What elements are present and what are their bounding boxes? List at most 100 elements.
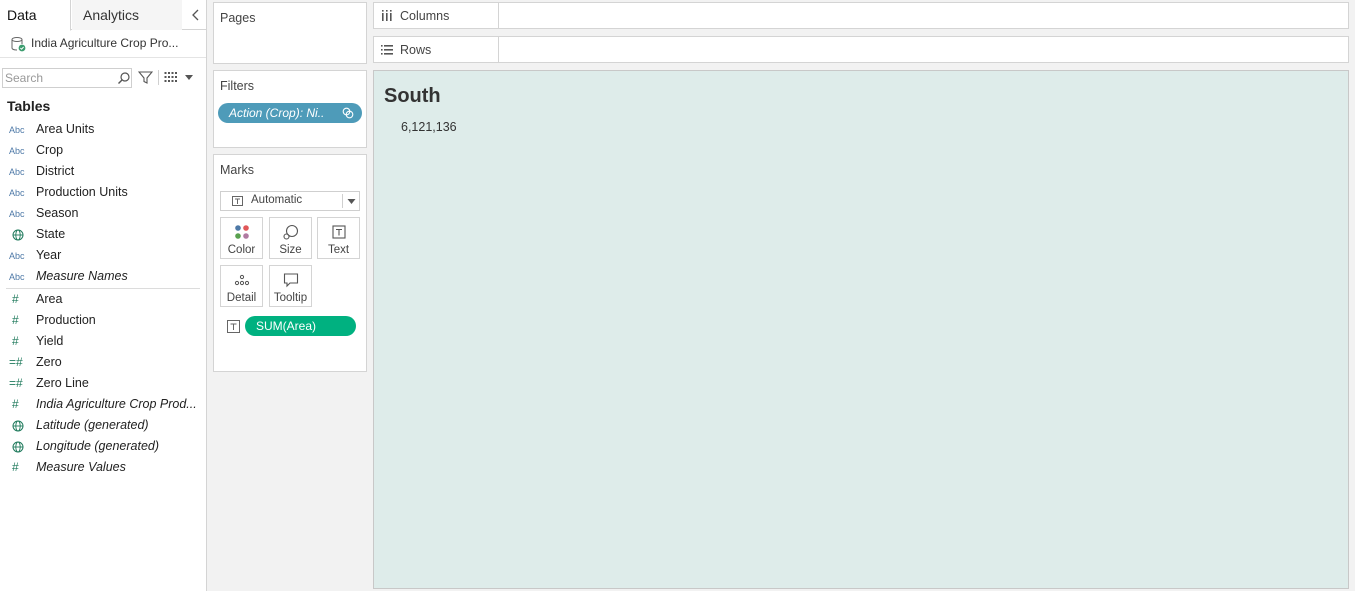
calculated-number-icon: =# — [9, 376, 23, 390]
field-measure-names[interactable]: Abc Measure Names — [0, 266, 206, 287]
field-year[interactable]: Abc Year — [0, 245, 206, 266]
filter-icon[interactable] — [138, 70, 153, 85]
datasource-icon — [11, 37, 26, 52]
field-yield[interactable]: # Yield — [0, 331, 206, 352]
number-type-icon: # — [12, 313, 19, 327]
globe-icon — [9, 224, 29, 245]
field-label: Measure Values — [36, 460, 126, 474]
number-type-icon: # — [12, 460, 19, 474]
globe-icon — [9, 415, 29, 436]
string-type-icon: Abc — [9, 167, 25, 177]
rows-drop-area[interactable] — [500, 37, 1348, 62]
field-measure-values[interactable]: # Measure Values — [0, 457, 206, 478]
field-label: Yield — [36, 334, 64, 348]
chevron-down-icon[interactable] — [184, 72, 194, 82]
text-button[interactable]: Text — [317, 217, 360, 259]
chevron-down-icon — [347, 199, 356, 204]
toolbar-divider — [158, 70, 159, 85]
field-label: Area — [36, 292, 63, 306]
tab-data[interactable]: Data — [0, 0, 71, 31]
search-input[interactable] — [5, 70, 113, 86]
string-type-icon: Abc — [9, 146, 25, 156]
tableau-workspace: Data Analytics India Agriculture Crop Pr… — [0, 0, 1355, 591]
field-label: Zero — [36, 355, 62, 369]
mark-type-dropdown[interactable]: Automatic — [220, 191, 360, 211]
color-label: Color — [227, 244, 256, 256]
field-season[interactable]: Abc Season — [0, 203, 206, 224]
sum-area-value[interactable]: 6,121,136 — [401, 120, 457, 134]
collapse-pane-icon[interactable] — [188, 6, 204, 24]
field-production-units[interactable]: Abc Production Units — [0, 182, 206, 203]
list-view-icon[interactable] — [164, 71, 178, 83]
string-type-icon: Abc — [9, 188, 25, 198]
color-button[interactable]: Color — [220, 217, 263, 259]
field-district[interactable]: Abc District — [0, 161, 206, 182]
search-box — [2, 68, 132, 88]
field-latitude-generated[interactable]: Latitude (generated) — [0, 415, 206, 436]
detail-button[interactable]: Detail — [220, 265, 263, 307]
field-label: State — [36, 227, 66, 241]
tab-analytics[interactable]: Analytics — [72, 0, 182, 30]
worksheet-title: South — [384, 85, 441, 107]
field-label: Production — [36, 313, 96, 327]
field-label: Year — [36, 248, 62, 262]
field-india-agriculture-crop-prod[interactable]: # India Agriculture Crop Prod... — [0, 394, 206, 415]
rows-icon — [381, 45, 393, 55]
field-zero[interactable]: =# Zero — [0, 352, 206, 373]
tooltip-label: Tooltip — [273, 292, 308, 304]
field-production[interactable]: # Production — [0, 310, 206, 331]
field-label: Crop — [36, 143, 64, 157]
columns-label: Columns — [400, 9, 450, 23]
size-icon — [283, 224, 299, 240]
filter-pill-label: Action (Crop): Ni.. — [229, 106, 325, 120]
string-type-icon: Abc — [9, 125, 25, 135]
color-icon — [235, 225, 249, 239]
columns-icon — [382, 10, 392, 21]
field-area[interactable]: # Area — [0, 289, 206, 310]
datasource-row[interactable]: India Agriculture Crop Pro... — [0, 30, 206, 58]
pages-card[interactable]: Pages — [213, 2, 367, 64]
worksheet-view[interactable]: South 6,121,136 — [373, 70, 1349, 589]
field-label: Longitude (generated) — [36, 439, 160, 453]
filters-card[interactable]: Filters Action (Crop): Ni.. — [213, 70, 367, 148]
string-type-icon: Abc — [9, 272, 25, 282]
field-state[interactable]: State — [0, 224, 206, 245]
text-label: Text — [327, 244, 350, 256]
field-zero-line[interactable]: =# Zero Line — [0, 373, 206, 394]
field-longitude-generated[interactable]: Longitude (generated) — [0, 436, 206, 457]
search-icon[interactable] — [117, 71, 131, 85]
datasource-name: India Agriculture Crop Pro... — [31, 36, 179, 50]
field-crop[interactable]: Abc Crop — [0, 140, 206, 161]
filter-pill[interactable]: Action (Crop): Ni.. — [218, 103, 362, 123]
field-area-units[interactable]: Abc Area Units — [0, 119, 206, 140]
field-label: Area Units — [36, 122, 95, 136]
globe-icon — [9, 436, 29, 457]
number-type-icon: # — [12, 397, 19, 411]
link-icon — [342, 107, 354, 119]
number-type-icon: # — [12, 292, 19, 306]
columns-shelf: Columns — [373, 2, 1349, 29]
data-pane: Data Analytics India Agriculture Crop Pr… — [0, 0, 207, 591]
marks-title: Marks — [220, 163, 255, 177]
size-label: Size — [279, 244, 302, 256]
sum-area-pill[interactable]: SUM(Area) — [245, 316, 356, 336]
number-type-icon: # — [12, 334, 19, 348]
detail-label: Detail — [226, 292, 257, 304]
search-row — [0, 66, 206, 90]
text-mark-icon — [232, 196, 243, 206]
field-label: Latitude (generated) — [36, 418, 149, 432]
size-button[interactable]: Size — [269, 217, 312, 259]
columns-drop-area[interactable] — [500, 3, 1348, 28]
mark-type-divider — [342, 194, 343, 208]
string-type-icon: Abc — [9, 209, 25, 219]
side-tabs: Data Analytics — [0, 0, 206, 31]
field-label: Season — [36, 206, 79, 220]
tooltip-button[interactable]: Tooltip — [269, 265, 312, 307]
marks-card: Marks Automatic Color Size Text Detail T… — [213, 154, 367, 372]
field-label: District — [36, 164, 75, 178]
filters-title: Filters — [220, 79, 255, 93]
tables-heading: Tables — [7, 98, 51, 114]
string-type-icon: Abc — [9, 251, 25, 261]
columns-shelf-label: Columns — [374, 3, 499, 28]
text-encoding-icon — [227, 320, 240, 333]
